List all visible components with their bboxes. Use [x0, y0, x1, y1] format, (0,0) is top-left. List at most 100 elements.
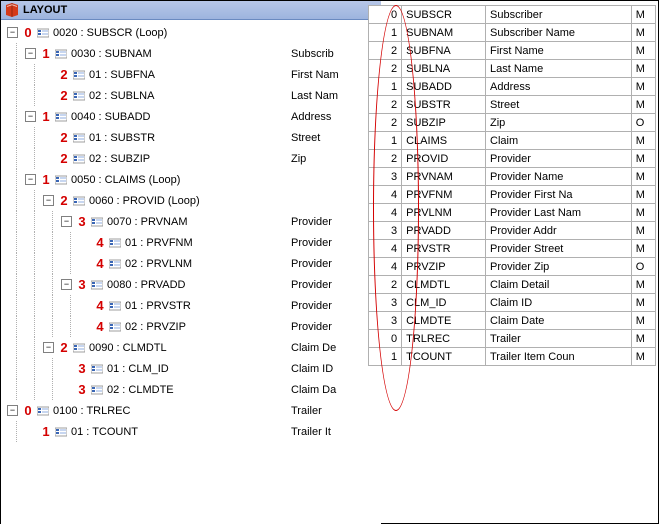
expand-toggle[interactable]: − [43, 342, 54, 353]
depth-number: 2 [57, 130, 71, 145]
node-description: Provider [291, 321, 332, 333]
node-description: Street [291, 132, 320, 144]
cell-mandatory: M [631, 294, 655, 312]
cell-depth: 1 [369, 132, 402, 150]
cell-depth: 4 [369, 204, 402, 222]
node-label: 01 : PRVSTR [125, 300, 191, 312]
layout-table: 0SUBSCRSubscriberM1SUBNAMSubscriber Name… [368, 5, 656, 366]
cell-label: Claim Detail [486, 276, 632, 294]
expand-toggle[interactable]: − [25, 48, 36, 59]
tree-node[interactable]: −10050 : CLAIMS (Loop) [7, 169, 381, 190]
layout-header: LAYOUT [1, 1, 381, 20]
layout-title: LAYOUT [23, 4, 67, 16]
node-label: 02 : PRVZIP [125, 321, 186, 333]
tree-node[interactable]: −30080 : PRVADDProvider [7, 274, 381, 295]
cell-code: SUBSCR [402, 6, 486, 24]
tree-node[interactable]: −20090 : CLMDTLClaim De [7, 337, 381, 358]
segment-icon [37, 405, 49, 417]
table-row[interactable]: 1SUBADDAddressM [369, 78, 656, 96]
cell-code: TRLREC [402, 330, 486, 348]
expand-toggle[interactable]: − [25, 174, 36, 185]
segment-icon [109, 300, 121, 312]
tree-node[interactable]: 202 : SUBLNALast Nam [7, 85, 381, 106]
cell-label: Zip [486, 114, 632, 132]
expand-toggle[interactable]: − [7, 27, 18, 38]
cell-code: SUBLNA [402, 60, 486, 78]
table-row[interactable]: 2CLMDTLClaim DetailM [369, 276, 656, 294]
cell-code: PRVFNM [402, 186, 486, 204]
table-row[interactable]: 2PROVIDProviderM [369, 150, 656, 168]
expand-toggle[interactable]: − [25, 111, 36, 122]
cell-depth: 4 [369, 258, 402, 276]
table-row[interactable]: 3CLM_IDClaim IDM [369, 294, 656, 312]
node-description: Provider [291, 300, 332, 312]
tree-node[interactable]: 2 01 : SUBSTR Street [7, 127, 381, 148]
segment-icon [91, 363, 103, 375]
depth-number: 1 [39, 109, 53, 124]
segment-icon [55, 174, 67, 186]
expand-toggle[interactable]: − [7, 405, 18, 416]
tree-node[interactable]: 301 : CLM_IDClaim ID [7, 358, 381, 379]
table-row[interactable]: 1CLAIMSClaimM [369, 132, 656, 150]
node-description: Provider [291, 216, 332, 228]
table-row[interactable]: 1SUBNAMSubscriber NameM [369, 24, 656, 42]
segment-icon [73, 153, 85, 165]
book-icon [5, 3, 19, 17]
table-row[interactable]: 3PRVADDProvider AddrM [369, 222, 656, 240]
cell-mandatory: M [631, 222, 655, 240]
expand-toggle[interactable]: − [61, 216, 72, 227]
cell-depth: 3 [369, 294, 402, 312]
table-row[interactable]: 0SUBSCRSubscriberM [369, 6, 656, 24]
cell-code: PRVNAM [402, 168, 486, 186]
tree-node[interactable]: 401 : PRVSTRProvider [7, 295, 381, 316]
table-row[interactable]: 3PRVNAMProvider NameM [369, 168, 656, 186]
tree-node[interactable]: 302 : CLMDTEClaim Da [7, 379, 381, 400]
tree-node[interactable]: −20060 : PROVID (Loop) [7, 190, 381, 211]
expand-toggle[interactable]: − [61, 279, 72, 290]
tree-node[interactable]: 402 : PRVLNMProvider [7, 253, 381, 274]
table-row[interactable]: 2SUBFNAFirst NameM [369, 42, 656, 60]
cell-depth: 0 [369, 6, 402, 24]
table-row[interactable]: 2SUBLNALast NameM [369, 60, 656, 78]
node-description: Claim ID [291, 363, 333, 375]
table-row[interactable]: 2SUBSTRStreetM [369, 96, 656, 114]
tree-node[interactable]: 201 : SUBFNAFirst Nam [7, 64, 381, 85]
tree-node[interactable]: 401 : PRVFNMProvider [7, 232, 381, 253]
node-description: Subscrib [291, 48, 334, 60]
depth-number: 1 [39, 46, 53, 61]
segment-icon [55, 426, 67, 438]
cell-mandatory: M [631, 330, 655, 348]
table-row[interactable]: 1TCOUNTTrailer Item CounM [369, 348, 656, 366]
table-row[interactable]: 2SUBZIPZipO [369, 114, 656, 132]
cell-label: Provider Zip [486, 258, 632, 276]
tree-node[interactable]: −10040 : SUBADDAddress [7, 106, 381, 127]
tree-node[interactable]: −00020 : SUBSCR (Loop) [7, 22, 381, 43]
tree-node[interactable]: 402 : PRVZIPProvider [7, 316, 381, 337]
tree-node[interactable]: −00100 : TRLRECTrailer [7, 400, 381, 421]
cell-depth: 3 [369, 312, 402, 330]
node-description: Trailer It [291, 426, 331, 438]
expand-toggle[interactable]: − [43, 195, 54, 206]
segment-icon [109, 321, 121, 333]
cell-depth: 2 [369, 114, 402, 132]
table-row[interactable]: 3CLMDTEClaim DateM [369, 312, 656, 330]
cell-label: Provider Street [486, 240, 632, 258]
tree-node[interactable]: −10030 : SUBNAMSubscrib [7, 43, 381, 64]
cell-depth: 2 [369, 42, 402, 60]
segment-icon [73, 195, 85, 207]
table-row[interactable]: 4PRVSTRProvider StreetM [369, 240, 656, 258]
node-description: Claim De [291, 342, 336, 354]
tree-node[interactable]: 101 : TCOUNTTrailer It [7, 421, 381, 442]
depth-number: 2 [57, 88, 71, 103]
table-row[interactable]: 0TRLRECTrailerM [369, 330, 656, 348]
table-row[interactable]: 4PRVFNMProvider First NaM [369, 186, 656, 204]
cell-label: Provider Last Nam [486, 204, 632, 222]
table-row[interactable]: 4PRVZIPProvider ZipO [369, 258, 656, 276]
cell-mandatory: M [631, 312, 655, 330]
tree-node[interactable]: 202 : SUBZIPZip [7, 148, 381, 169]
cell-mandatory: M [631, 150, 655, 168]
table-row[interactable]: 4PRVLNMProvider Last NamM [369, 204, 656, 222]
node-label: 0060 : PROVID (Loop) [89, 195, 200, 207]
tree-node[interactable]: −30070 : PRVNAMProvider [7, 211, 381, 232]
node-label: 01 : SUBSTR [89, 132, 155, 144]
